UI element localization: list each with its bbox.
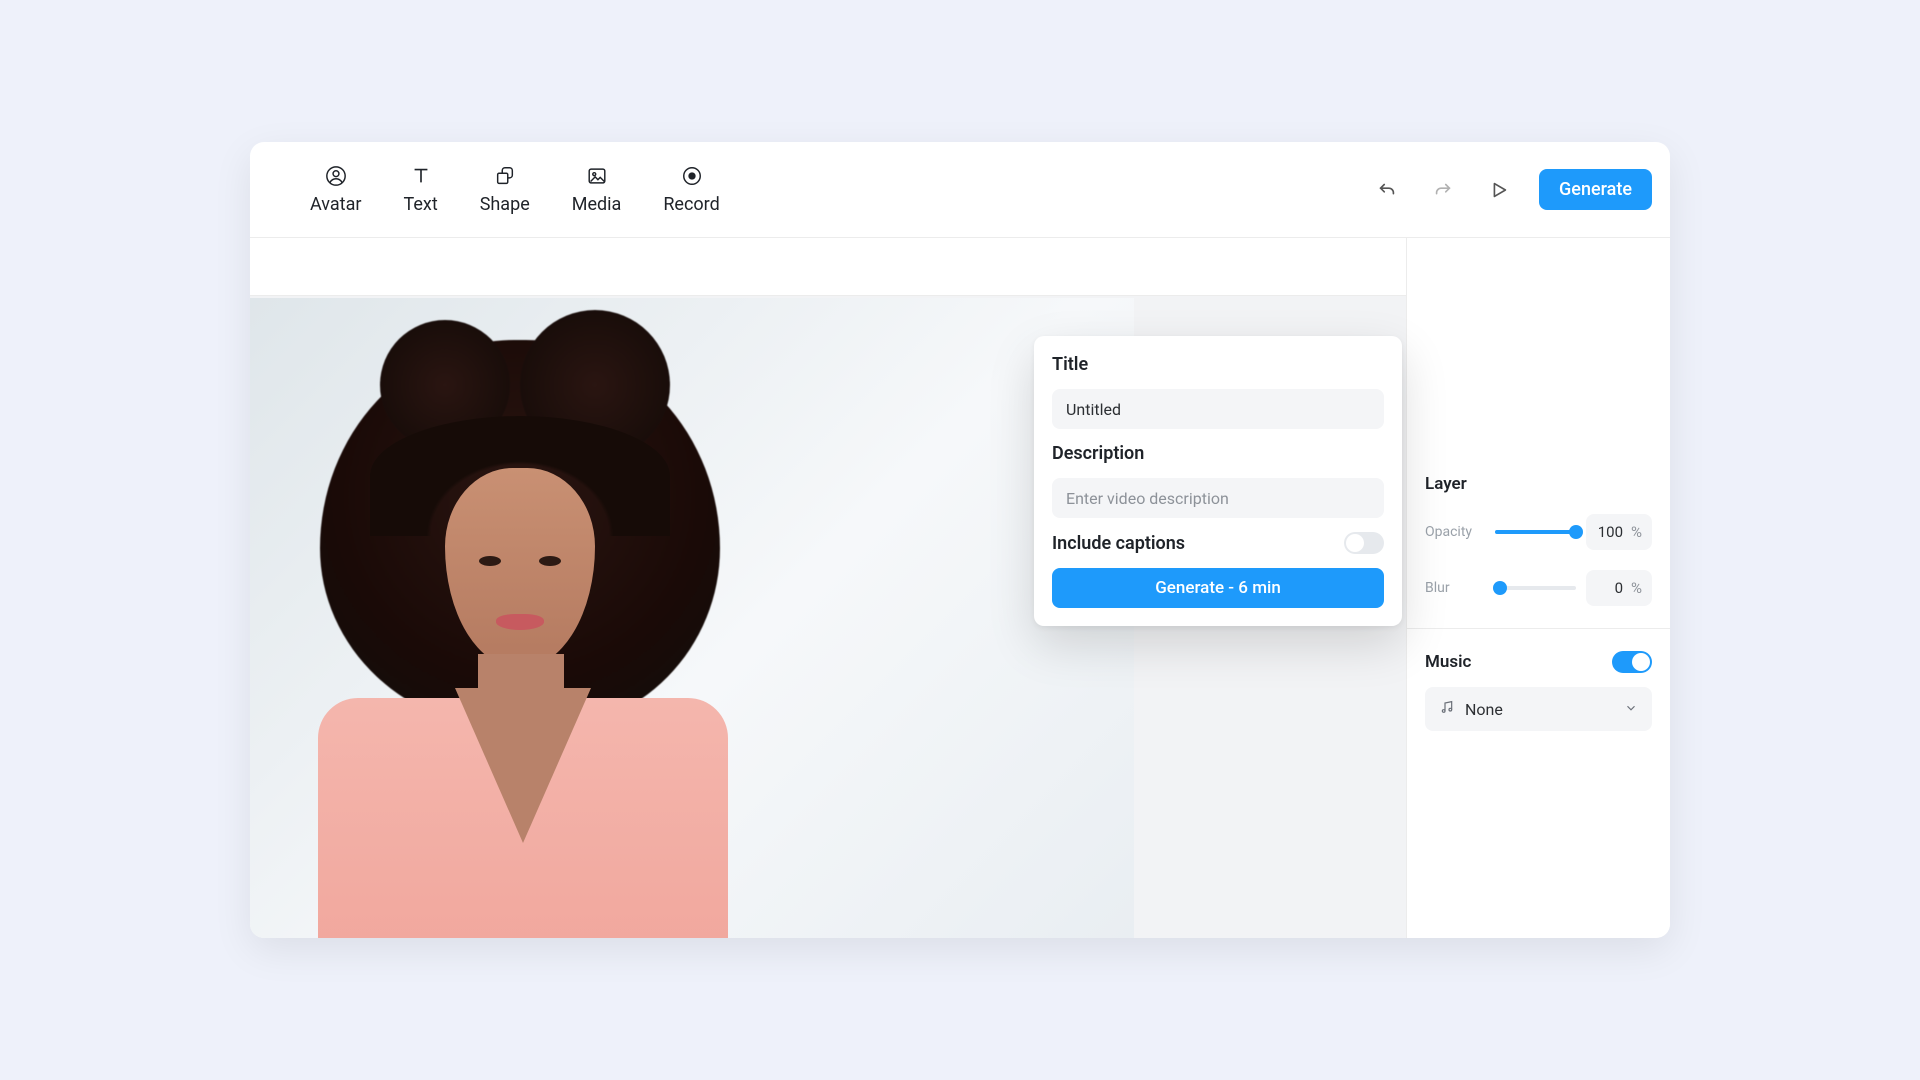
opacity-row: Opacity 100 %: [1425, 514, 1652, 550]
music-label: Music: [1425, 652, 1471, 672]
blur-slider[interactable]: [1495, 586, 1576, 590]
blur-label: Blur: [1425, 580, 1485, 596]
shape-icon: [493, 164, 517, 188]
undo-button[interactable]: [1371, 174, 1403, 206]
tool-text[interactable]: Text: [403, 164, 437, 215]
text-icon: [409, 164, 433, 188]
tool-record-label: Record: [663, 194, 719, 215]
main-area: Layer Opacity 100 % Blur: [250, 238, 1670, 938]
app-window: Avatar Text Shape: [250, 142, 1670, 938]
music-dropdown[interactable]: None: [1425, 687, 1652, 731]
opacity-value[interactable]: 100 %: [1586, 514, 1652, 550]
title-input[interactable]: [1052, 389, 1384, 429]
blur-value[interactable]: 0 %: [1586, 570, 1652, 606]
canvas-strip: [250, 238, 1406, 296]
music-row: Music: [1425, 651, 1652, 673]
tool-media[interactable]: Media: [572, 164, 622, 215]
toolbar-tools: Avatar Text Shape: [310, 164, 720, 215]
avatar-icon: [324, 164, 348, 188]
record-icon: [680, 164, 704, 188]
topbar-right: Generate: [1371, 169, 1652, 210]
tool-record[interactable]: Record: [663, 164, 719, 215]
opacity-unit: %: [1631, 523, 1642, 541]
music-toggle[interactable]: [1612, 651, 1652, 673]
redo-button[interactable]: [1427, 174, 1459, 206]
tool-shape-label: Shape: [480, 194, 530, 215]
generate-popup: Title Description Include captions Gener…: [1034, 336, 1402, 626]
tool-text-label: Text: [403, 194, 437, 215]
chevron-down-icon: [1624, 700, 1638, 719]
properties-panel: Layer Opacity 100 % Blur: [1406, 238, 1670, 938]
opacity-label: Opacity: [1425, 524, 1485, 540]
avatar-figure[interactable]: [250, 318, 800, 938]
generate-confirm-button[interactable]: Generate - 6 min: [1052, 568, 1384, 608]
opacity-value-num: 100: [1598, 523, 1623, 541]
tool-shape[interactable]: Shape: [480, 164, 530, 215]
play-button[interactable]: [1483, 174, 1515, 206]
description-input[interactable]: [1052, 478, 1384, 518]
video-stage[interactable]: [250, 298, 1134, 938]
captions-label: Include captions: [1052, 533, 1185, 554]
generate-button[interactable]: Generate: [1539, 169, 1652, 210]
tool-media-label: Media: [572, 194, 622, 215]
blur-unit: %: [1631, 579, 1642, 597]
music-dropdown-value: None: [1465, 700, 1503, 719]
layer-section-title: Layer: [1425, 474, 1652, 494]
tool-avatar-label: Avatar: [310, 194, 361, 215]
blur-row: Blur 0 %: [1425, 570, 1652, 606]
captions-row: Include captions: [1052, 532, 1384, 554]
blur-value-num: 0: [1615, 579, 1623, 597]
topbar: Avatar Text Shape: [250, 142, 1670, 238]
music-note-icon: [1439, 699, 1455, 719]
popup-description-label: Description: [1052, 443, 1384, 464]
opacity-slider[interactable]: [1495, 530, 1576, 534]
tool-avatar[interactable]: Avatar: [310, 164, 361, 215]
media-icon: [585, 164, 609, 188]
popup-title-label: Title: [1052, 354, 1384, 375]
captions-toggle[interactable]: [1344, 532, 1384, 554]
